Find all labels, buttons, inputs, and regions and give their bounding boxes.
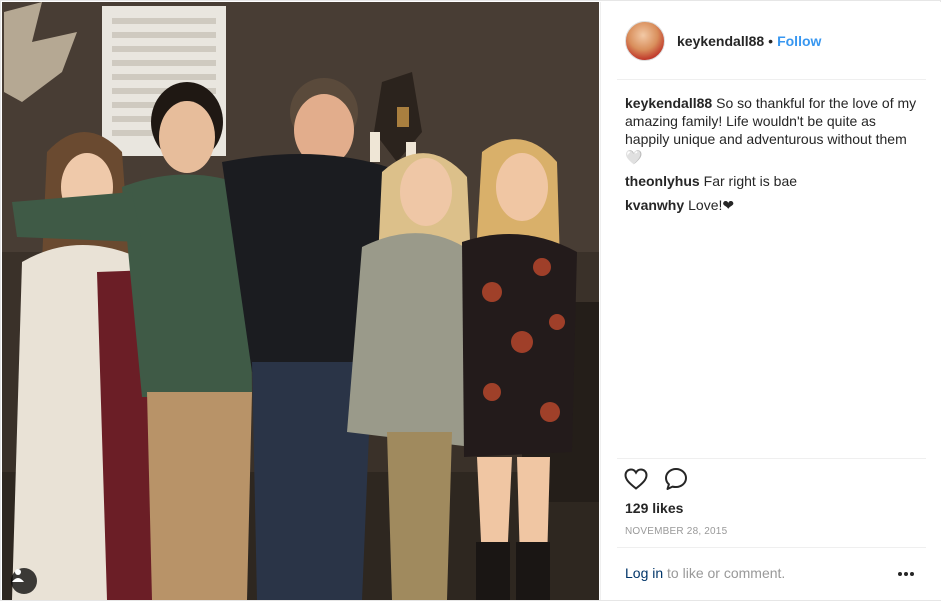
- family-photo-illustration: [2, 2, 599, 600]
- person-silhouette-icon: [12, 569, 24, 582]
- post-author-username[interactable]: keykendall88: [677, 33, 764, 49]
- header-divider: [617, 79, 926, 80]
- post-photo[interactable]: [2, 2, 599, 600]
- comment-text: Love!❤: [688, 197, 735, 213]
- follow-button[interactable]: Follow: [777, 33, 821, 49]
- login-prompt-text: to like or comment.: [663, 565, 786, 581]
- actions-divider: [617, 458, 926, 459]
- user-tag-icon[interactable]: [11, 568, 37, 594]
- comment-username[interactable]: theonlyhus: [625, 173, 700, 189]
- post-header: keykendall88 • Follow: [601, 2, 941, 80]
- comment-item: theonlyhus Far right is bae: [625, 172, 917, 190]
- header-separator: •: [768, 33, 774, 49]
- likes-count[interactable]: 129 likes: [625, 500, 683, 516]
- speech-bubble-icon[interactable]: [663, 466, 689, 492]
- login-link[interactable]: Log in: [625, 565, 663, 581]
- post-side-panel: keykendall88 • Follow keykendall88 So so …: [600, 2, 941, 600]
- caption-comment: keykendall88 So so thankful for the love …: [625, 94, 917, 166]
- footer-divider: [617, 547, 926, 548]
- comment-username[interactable]: keykendall88: [625, 95, 712, 111]
- avatar[interactable]: [625, 21, 665, 61]
- comment-item: kvanwhy Love!❤: [625, 196, 917, 214]
- comments-list: keykendall88 So so thankful for the love …: [625, 94, 917, 220]
- more-options-icon[interactable]: [895, 564, 917, 584]
- instagram-post-embed: keykendall88 • Follow keykendall88 So so …: [0, 0, 941, 601]
- post-date[interactable]: NOVEMBER 28, 2015: [625, 526, 727, 537]
- comment-text: Far right is bae: [703, 173, 798, 189]
- comment-username[interactable]: kvanwhy: [625, 197, 684, 213]
- heart-icon[interactable]: [623, 466, 649, 492]
- post-actions: [623, 466, 689, 496]
- login-prompt: Log in to like or comment.: [625, 565, 785, 581]
